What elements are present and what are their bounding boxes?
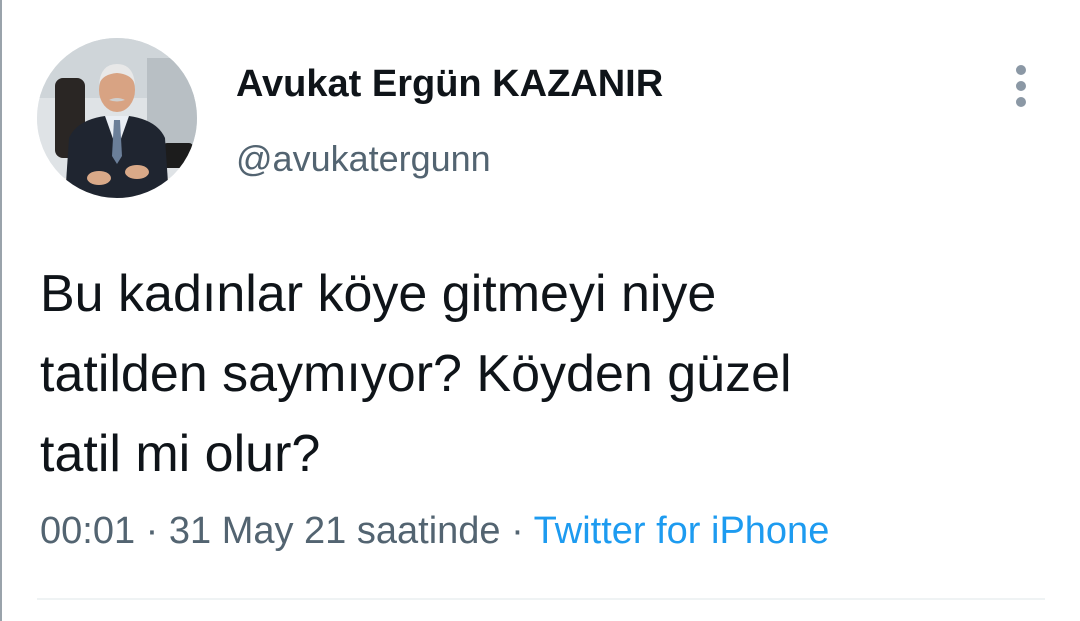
avatar[interactable] (37, 38, 197, 198)
author-display-name[interactable]: Avukat Ergün KAZANIR (236, 63, 663, 106)
tweet-source-link[interactable]: Twitter for iPhone (534, 510, 830, 552)
tweet-date[interactable]: 31 May 21 saatinde (169, 510, 501, 552)
meta-separator-2: · (500, 510, 534, 552)
tweet-card: Avukat Ergün KAZANIR @avukatergunn Bu ka… (0, 0, 1080, 621)
tweet-text-line: tatil mi olur? (40, 425, 321, 483)
more-vertical-icon-dot-3 (1016, 97, 1026, 107)
more-vertical-icon-dot-2 (1016, 81, 1026, 91)
more-vertical-icon (1016, 65, 1026, 75)
divider (37, 598, 1045, 600)
tweet-time[interactable]: 00:01 (40, 510, 135, 552)
profile-photo-icon (37, 38, 197, 198)
tweet-text-line: Bu kadınlar köye gitmeyi niye (40, 265, 717, 323)
tweet-metadata: 00:01 · 31 May 21 saatinde · Twitter for… (40, 510, 829, 553)
left-edge-border (0, 0, 2, 621)
meta-separator: · (135, 510, 169, 552)
tweet-text: Bu kadınlar köye gitmeyi niye tatilden s… (40, 254, 1040, 494)
more-options-button[interactable] (1005, 62, 1037, 110)
tweet-text-line: tatilden saymıyor? Köyden güzel (40, 345, 792, 403)
author-handle[interactable]: @avukatergunn (236, 138, 491, 180)
